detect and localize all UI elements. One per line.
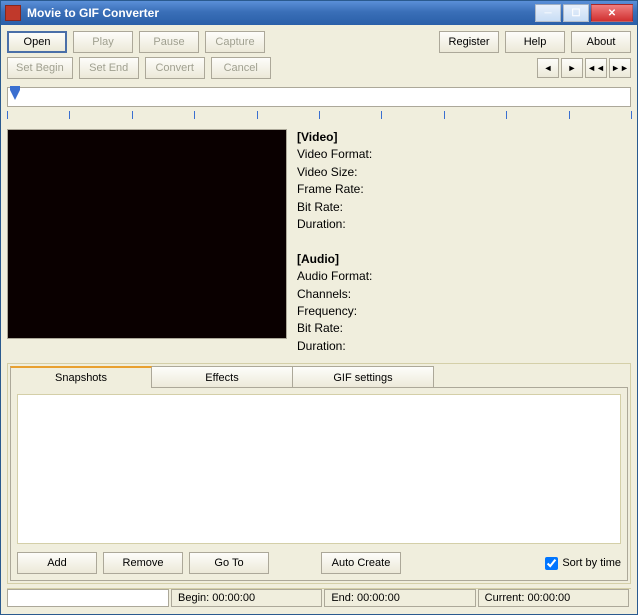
capture-button[interactable]: Capture [205,31,265,53]
status-current: Current: 00:00:00 [478,589,629,607]
window-body: Open Play Pause Capture Register Help Ab… [1,25,637,614]
toolbar-row-1: Open Play Pause Capture Register Help Ab… [7,31,631,53]
media-info: [Video] Video Format: Video Size: Frame … [297,129,631,355]
sort-by-time-checkbox[interactable]: Sort by time [545,557,621,570]
app-window: Movie to GIF Converter ─ ☐ ✕ Open Play P… [0,0,638,615]
video-format-label: Video Format: [297,146,631,163]
frequency-label: Frequency: [297,303,631,320]
audio-bitrate-label: Bit Rate: [297,320,631,337]
close-button[interactable]: ✕ [591,4,633,22]
minimize-button[interactable]: ─ [535,4,561,22]
tab-strip: Snapshots Effects GIF settings [10,366,628,388]
video-header: [Video] [297,130,337,144]
tab-snapshots[interactable]: Snapshots [10,366,152,388]
ruler [7,109,631,123]
sort-label: Sort by time [562,557,621,569]
tab-gif-settings[interactable]: GIF settings [292,366,434,388]
audio-header: [Audio] [297,252,339,266]
register-button[interactable]: Register [439,31,499,53]
nav-buttons: ◄ ► ◄◄ ►► [537,58,631,78]
titlebar[interactable]: Movie to GIF Converter ─ ☐ ✕ [1,1,637,25]
status-begin: Begin: 00:00:00 [171,589,322,607]
timeline-handle-icon[interactable] [10,90,20,100]
nav-first-icon[interactable]: ◄◄ [585,58,607,78]
maximize-button[interactable]: ☐ [563,4,589,22]
auto-create-button[interactable]: Auto Create [321,552,401,574]
nav-prev-icon[interactable]: ◄ [537,58,559,78]
audio-duration-label: Duration: [297,338,631,355]
about-button[interactable]: About [571,31,631,53]
video-duration-label: Duration: [297,216,631,233]
mid-section: [Video] Video Format: Video Size: Frame … [7,129,631,355]
tabs-panel: Snapshots Effects GIF settings Add Remov… [7,363,631,584]
play-button[interactable]: Play [73,31,133,53]
toolbar-row-2: Set Begin Set End Convert Cancel ◄ ► ◄◄ … [7,57,631,79]
video-preview [7,129,287,339]
snapshot-list[interactable] [17,394,621,544]
nav-last-icon[interactable]: ►► [609,58,631,78]
video-bitrate-label: Bit Rate: [297,199,631,216]
window-controls: ─ ☐ ✕ [535,4,633,22]
set-begin-button[interactable]: Set Begin [7,57,73,79]
statusbar: Begin: 00:00:00 End: 00:00:00 Current: 0… [7,588,631,608]
help-button[interactable]: Help [505,31,565,53]
pause-button[interactable]: Pause [139,31,199,53]
timeline-slider[interactable] [7,87,631,107]
nav-next-icon[interactable]: ► [561,58,583,78]
progress-bar [7,589,169,607]
goto-button[interactable]: Go To [189,552,269,574]
tab-effects[interactable]: Effects [151,366,293,388]
remove-button[interactable]: Remove [103,552,183,574]
status-end: End: 00:00:00 [324,589,475,607]
cancel-button[interactable]: Cancel [211,57,271,79]
channels-label: Channels: [297,286,631,303]
convert-button[interactable]: Convert [145,57,205,79]
audio-format-label: Audio Format: [297,268,631,285]
snapshot-buttons: Add Remove Go To Auto Create Sort by tim… [17,552,621,574]
open-button[interactable]: Open [7,31,67,53]
add-button[interactable]: Add [17,552,97,574]
sort-checkbox-input[interactable] [545,557,558,570]
video-size-label: Video Size: [297,164,631,181]
tab-body: Add Remove Go To Auto Create Sort by tim… [10,387,628,581]
window-title: Movie to GIF Converter [27,6,535,20]
set-end-button[interactable]: Set End [79,57,139,79]
frame-rate-label: Frame Rate: [297,181,631,198]
app-icon [5,5,21,21]
